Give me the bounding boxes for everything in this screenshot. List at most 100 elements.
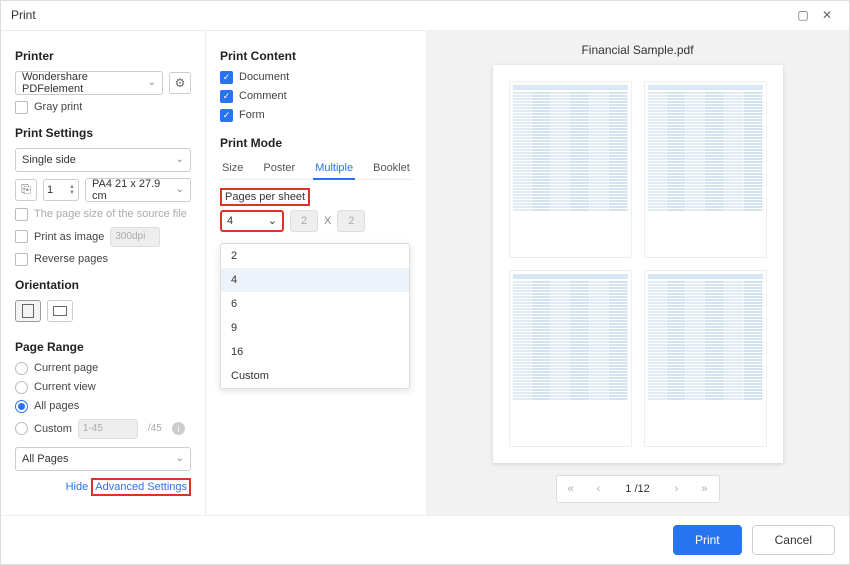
info-icon[interactable]: i bbox=[172, 422, 185, 435]
print-mode-tabs: Size Poster Multiple Booklet bbox=[220, 158, 412, 180]
document-label: Document bbox=[239, 71, 289, 83]
current-page-label: Current page bbox=[34, 362, 98, 374]
pager-prev-button[interactable]: ‹ bbox=[585, 483, 613, 495]
current-page-radio[interactable] bbox=[15, 362, 28, 375]
titlebar: Print ▢ ✕ bbox=[1, 1, 849, 31]
chevron-down-icon: ⌄ bbox=[176, 184, 184, 195]
print-mode-title: Print Mode bbox=[220, 136, 412, 150]
comment-label: Comment bbox=[239, 90, 287, 102]
pps-option-2[interactable]: 2 bbox=[221, 244, 409, 268]
pages-per-sheet-select[interactable]: 4 ⌄ bbox=[220, 210, 284, 232]
portrait-icon bbox=[22, 304, 34, 318]
chevron-down-icon: ⌄ bbox=[176, 453, 184, 464]
preview-page-2 bbox=[644, 81, 767, 258]
pager-page-indicator: 1 /12 bbox=[613, 483, 663, 495]
document-checkbox[interactable]: ✓ bbox=[220, 71, 233, 84]
orientation-landscape-button[interactable] bbox=[47, 300, 73, 322]
chevron-down-icon: ⌄ bbox=[176, 154, 184, 165]
form-label: Form bbox=[239, 109, 265, 121]
print-as-image-checkbox[interactable] bbox=[15, 230, 28, 243]
pps-option-9[interactable]: 9 bbox=[221, 316, 409, 340]
gear-icon: ⚙ bbox=[175, 76, 186, 90]
paper-size-value: PA4 21 x 27.9 cm bbox=[92, 178, 176, 202]
paper-size-select[interactable]: PA4 21 x 27.9 cm ⌄ bbox=[85, 178, 191, 202]
current-view-radio[interactable] bbox=[15, 381, 28, 394]
page-subset-value: All Pages bbox=[22, 453, 68, 465]
preview-sheet bbox=[493, 65, 783, 463]
all-pages-label: All pages bbox=[34, 400, 79, 412]
printer-select[interactable]: Wondershare PDFelement ⌄ bbox=[15, 71, 163, 95]
print-content-title: Print Content bbox=[220, 49, 412, 63]
printer-settings-button[interactable]: ⚙ bbox=[169, 72, 191, 94]
current-view-label: Current view bbox=[34, 381, 96, 393]
chevron-down-icon: ⌄ bbox=[268, 214, 277, 227]
footer: Print Cancel bbox=[1, 515, 849, 564]
gray-print-checkbox[interactable] bbox=[15, 101, 28, 114]
pps-option-custom[interactable]: Custom bbox=[221, 364, 409, 388]
sides-value: Single side bbox=[22, 154, 76, 166]
grid-cols-input: 2 bbox=[290, 210, 318, 232]
pps-option-6[interactable]: 6 bbox=[221, 292, 409, 316]
tab-multiple[interactable]: Multiple bbox=[313, 158, 355, 180]
copies-icon-button[interactable]: ⎘ bbox=[15, 179, 37, 201]
left-column: Printer Wondershare PDFelement ⌄ ⚙ Gray … bbox=[1, 31, 206, 515]
landscape-icon bbox=[53, 306, 67, 316]
form-checkbox[interactable]: ✓ bbox=[220, 109, 233, 122]
preview-panel: Financial Sample.pdf « ‹ 1 /12 › » bbox=[426, 31, 849, 515]
hide-link[interactable]: Hide bbox=[66, 481, 89, 493]
reverse-pages-label: Reverse pages bbox=[34, 253, 108, 265]
pager-last-button[interactable]: » bbox=[691, 483, 719, 495]
custom-range-label: Custom bbox=[34, 423, 72, 435]
maximize-button[interactable]: ▢ bbox=[791, 3, 815, 27]
tab-size[interactable]: Size bbox=[220, 158, 245, 179]
orientation-title: Orientation bbox=[15, 278, 191, 292]
page-subset-select[interactable]: All Pages ⌄ bbox=[15, 447, 191, 471]
pages-per-sheet-label: Pages per sheet bbox=[220, 188, 310, 206]
print-settings-title: Print Settings bbox=[15, 126, 191, 140]
reverse-pages-checkbox[interactable] bbox=[15, 253, 28, 266]
copies-value: 1 bbox=[47, 184, 53, 196]
chevron-down-icon: ⌄ bbox=[148, 77, 156, 88]
printer-title: Printer bbox=[15, 49, 191, 63]
source-size-label: The page size of the source file bbox=[34, 208, 187, 220]
advanced-settings-row: Hide Advanced Settings bbox=[15, 481, 191, 493]
print-button[interactable]: Print bbox=[673, 525, 742, 555]
middle-column: Print Content ✓ Document ✓ Comment ✓ For… bbox=[206, 31, 426, 515]
cancel-button[interactable]: Cancel bbox=[752, 525, 835, 555]
tab-poster[interactable]: Poster bbox=[261, 158, 297, 179]
orientation-portrait-button[interactable] bbox=[15, 300, 41, 322]
preview-page-1 bbox=[509, 81, 632, 258]
preview-filename: Financial Sample.pdf bbox=[581, 43, 693, 57]
content: Printer Wondershare PDFelement ⌄ ⚙ Gray … bbox=[1, 31, 849, 515]
pager-next-button[interactable]: › bbox=[663, 483, 691, 495]
custom-range-input[interactable]: 1-45 bbox=[78, 419, 138, 439]
sides-select[interactable]: Single side ⌄ bbox=[15, 148, 191, 172]
comment-checkbox[interactable]: ✓ bbox=[220, 90, 233, 103]
pages-per-sheet-value: 4 bbox=[227, 215, 233, 227]
pps-option-16[interactable]: 16 bbox=[221, 340, 409, 364]
pps-option-4[interactable]: 4 bbox=[221, 268, 409, 292]
x-label: X bbox=[324, 215, 331, 227]
all-pages-radio[interactable] bbox=[15, 400, 28, 413]
window-title: Print bbox=[11, 8, 791, 22]
custom-range-radio[interactable] bbox=[15, 422, 28, 435]
copies-icon: ⎘ bbox=[21, 182, 31, 197]
source-size-checkbox[interactable] bbox=[15, 208, 28, 221]
gray-print-label: Gray print bbox=[34, 101, 82, 113]
print-as-image-label: Print as image bbox=[34, 231, 104, 243]
copies-spinner[interactable]: ▲▼ bbox=[69, 184, 75, 196]
custom-range-total: /45 bbox=[148, 423, 162, 434]
page-range-title: Page Range bbox=[15, 340, 191, 354]
preview-page-3 bbox=[509, 270, 632, 447]
dpi-input: 300dpi bbox=[110, 227, 160, 247]
printer-selected: Wondershare PDFelement bbox=[22, 71, 148, 95]
preview-page-4 bbox=[644, 270, 767, 447]
close-button[interactable]: ✕ bbox=[815, 3, 839, 27]
grid-rows-input: 2 bbox=[337, 210, 365, 232]
copies-input[interactable]: 1 ▲▼ bbox=[43, 179, 79, 201]
print-dialog: Print ▢ ✕ Printer Wondershare PDFelement… bbox=[0, 0, 850, 565]
tab-booklet[interactable]: Booklet bbox=[371, 158, 412, 179]
pager-first-button[interactable]: « bbox=[557, 483, 585, 495]
advanced-settings-link[interactable]: Advanced Settings bbox=[91, 478, 191, 496]
preview-pager: « ‹ 1 /12 › » bbox=[556, 475, 720, 503]
